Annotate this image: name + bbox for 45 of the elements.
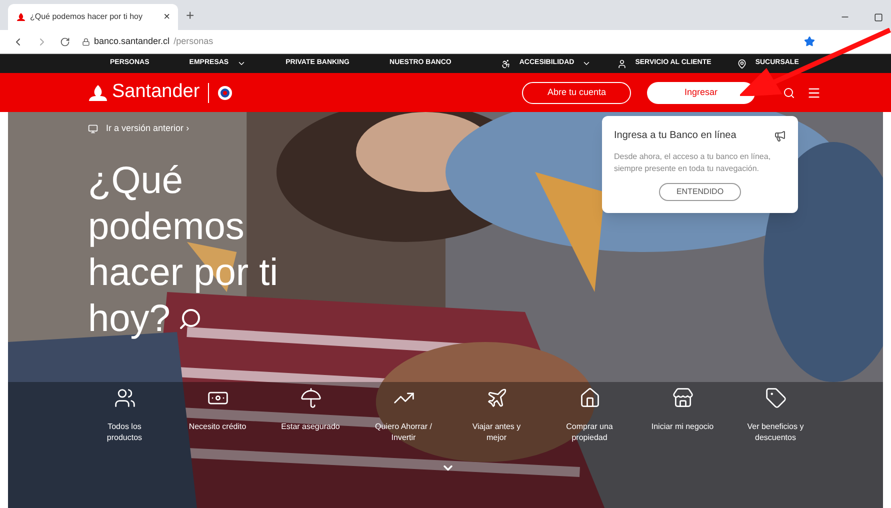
chevron-down-icon [236, 59, 246, 68]
house-icon [578, 387, 600, 409]
hero-heading-line: ¿Qué [88, 158, 184, 204]
shield-icon [216, 84, 233, 100]
browser-tab[interactable]: ¿Qué podemos hacer por ti hoy × [8, 4, 178, 30]
shortcut-link[interactable]: Iniciar mi negocio [636, 387, 729, 443]
shortcut-link[interactable]: Viajar antes y mejor [450, 387, 543, 443]
shortcut-link[interactable]: Quiero Ahorrar / Invertir [357, 387, 450, 443]
flame-logo-icon [88, 84, 108, 102]
flame-icon [16, 12, 26, 22]
tab-title: ¿Qué podemos hacer por ti hoy [30, 11, 144, 23]
shortcut-link[interactable]: Comprar una propiedad [543, 387, 636, 443]
search-icon [178, 306, 202, 330]
menu-icon[interactable] [807, 86, 821, 100]
plane-icon [486, 387, 508, 409]
pin-icon [737, 58, 748, 68]
monitor-icon [88, 124, 98, 134]
understood-button[interactable]: ENTENDIDO [659, 183, 741, 201]
bookmark-star-icon[interactable] [804, 36, 815, 47]
shortcut-link[interactable]: Necesito crédito [171, 387, 264, 443]
shortcut-link[interactable]: Estar asegurado [264, 387, 357, 443]
store-icon [672, 387, 694, 409]
umbrella-icon [300, 387, 322, 409]
new-tab-button[interactable]: + [186, 5, 194, 26]
chevron-down-icon [582, 59, 592, 68]
hero-heading-line: hoy? [88, 296, 170, 342]
tab-close-button[interactable]: × [164, 8, 170, 26]
shortcut-link[interactable]: Todos los productos [78, 387, 171, 443]
popup-title: Ingresa a tu Banco en línea [614, 129, 736, 143]
tag-icon [764, 387, 786, 409]
user-icon [617, 58, 628, 68]
login-button[interactable]: Ingresar [647, 82, 755, 104]
previous-version-link[interactable]: Ir a versión anterior › [106, 122, 190, 136]
megaphone-icon [774, 130, 786, 142]
open-account-button[interactable]: Abre tu cuenta [522, 82, 631, 104]
maximize-icon[interactable] [874, 13, 883, 22]
search-icon[interactable] [783, 86, 795, 98]
reload-icon[interactable] [60, 36, 70, 46]
accessibility-icon [501, 58, 512, 68]
people-icon [114, 387, 136, 409]
popup-text: Desde ahora, el acceso a tu banco en línea, siempre presente en toda tu navegación. [614, 151, 772, 175]
address-bar[interactable]: banco.santander.cl /personas [82, 34, 214, 48]
hero-heading-line: podemos [88, 204, 244, 250]
shortcut-link[interactable]: Ver beneficios y descuentos [729, 387, 822, 443]
brand-name: Santander [112, 80, 200, 104]
